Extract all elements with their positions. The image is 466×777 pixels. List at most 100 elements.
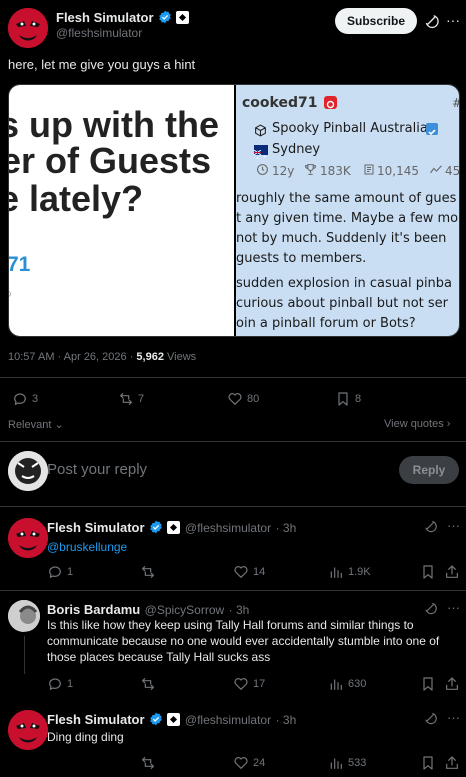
more-options-icon[interactable]: ··· — [447, 710, 460, 725]
reply-author-handle[interactable]: @SpicySorrow — [145, 603, 225, 617]
repost-action[interactable]: 7 — [118, 391, 144, 407]
bookmark-icon — [423, 565, 433, 579]
views-action[interactable]: 1.9K — [328, 564, 371, 580]
reply-time[interactable]: · 3h — [229, 603, 250, 617]
forum-account-age: 12y — [272, 164, 295, 178]
divider — [0, 590, 466, 591]
reply-icon — [14, 393, 26, 405]
bookmark-action[interactable] — [420, 676, 436, 692]
more-options-icon[interactable]: ··· — [447, 600, 460, 615]
views-action[interactable]: 533 — [328, 755, 366, 771]
reply-avatar[interactable] — [8, 518, 48, 558]
grok-icon[interactable] — [423, 13, 439, 34]
share-icon — [446, 565, 458, 578]
reply-action[interactable]: 1 — [47, 676, 73, 692]
reply-time[interactable]: · 3h — [276, 713, 297, 727]
share-icon — [446, 677, 458, 690]
like-action[interactable]: 14 — [233, 564, 265, 580]
author-name[interactable]: Flesh Simulator — [56, 10, 154, 25]
reply-action[interactable]: 1 — [47, 564, 73, 580]
reply-author-name[interactable]: Boris Bardamu — [47, 602, 140, 617]
affiliation-badge-icon — [176, 11, 190, 24]
affiliation-badge-icon — [167, 713, 181, 726]
reply-author-handle[interactable]: @fleshsimulator — [185, 521, 271, 535]
like-action[interactable]: 17 — [233, 676, 265, 692]
forum-post-line-3: not by much. Suddenly it's been — [236, 231, 447, 246]
reply-button[interactable]: Reply — [399, 456, 459, 484]
reply-input[interactable]: Post your reply — [47, 461, 147, 478]
more-options-icon[interactable]: ··· — [447, 518, 460, 533]
reply-header: Flesh Simulator @fleshsimulator · 3h — [47, 711, 296, 729]
thread-line — [24, 636, 25, 674]
view-quotes-link[interactable]: View quotes › — [384, 418, 450, 430]
bookmark-action[interactable] — [420, 755, 436, 771]
divider — [0, 377, 466, 378]
forum-post-line-2: t any given time. Maybe a few mo — [236, 211, 459, 226]
repost-icon — [142, 678, 154, 690]
bookmark-action[interactable]: 8 — [335, 391, 361, 407]
views-action[interactable]: 630 — [328, 676, 366, 692]
share-action[interactable] — [444, 755, 460, 771]
subscribe-button[interactable]: Subscribe — [335, 8, 417, 34]
cube-icon — [254, 122, 267, 141]
forum-badge-icon — [324, 96, 337, 109]
author-avatar[interactable] — [8, 8, 48, 48]
grok-icon[interactable] — [423, 711, 437, 730]
image-dot-icon — [9, 291, 11, 297]
clock-icon — [256, 161, 269, 180]
reply-action[interactable]: 3 — [12, 391, 38, 407]
repost-icon — [120, 393, 132, 405]
posts-icon — [363, 161, 375, 180]
like-action[interactable]: 80 — [227, 391, 259, 407]
forum-post-number: #1 — [452, 96, 459, 110]
post-text: here, let me give you guys a hint — [8, 57, 196, 72]
grok-icon[interactable] — [423, 519, 437, 538]
forum-post-line-1: roughly the same amount of gues — [236, 191, 457, 206]
bookmark-icon — [338, 392, 348, 406]
divider — [0, 441, 466, 442]
forum-post-count: 10,145 — [377, 164, 419, 178]
author-handle[interactable]: @fleshsimulator — [56, 26, 142, 40]
image-headline-line-1: s up with the — [9, 104, 219, 145]
forum-post-line-4: guests to members. — [236, 251, 367, 266]
chevron-right-icon: › — [443, 418, 451, 430]
forum-post-line-8: oin a pinball forum or Bots? — [236, 316, 416, 331]
repost-action[interactable] — [140, 755, 156, 771]
share-action[interactable] — [444, 564, 460, 580]
forum-name: Spooky Pinball Australia — [272, 121, 428, 136]
trophy-icon — [304, 161, 317, 180]
image-username-fragment: 71 — [9, 253, 31, 276]
like-action[interactable]: 24 — [233, 755, 265, 771]
repost-action[interactable] — [140, 564, 156, 580]
forum-check-icon — [426, 123, 438, 136]
image-headline-line-2: er of Guests — [9, 140, 212, 181]
reply-icon — [49, 566, 61, 578]
repost-action[interactable] — [140, 676, 156, 692]
sort-dropdown[interactable]: Relevant ⌄ — [8, 418, 64, 431]
verified-badge-icon — [159, 10, 171, 24]
reply-author-name[interactable]: Flesh Simulator — [47, 712, 145, 727]
reply-author-name[interactable]: Flesh Simulator — [47, 520, 145, 535]
more-options-icon[interactable]: ··· — [446, 12, 460, 28]
chevron-down-icon: ⌄ — [51, 419, 64, 431]
reply-text[interactable]: @bruskellunge — [47, 539, 127, 555]
bookmark-action[interactable] — [420, 564, 436, 580]
reply-avatar[interactable] — [8, 710, 48, 750]
post-timestamp: 10:57 AM · Apr 26, 2026 · 5,962 Views — [8, 351, 197, 363]
forum-post-line-7: curious about pinball but not ser — [236, 296, 449, 311]
reply-author-handle[interactable]: @fleshsimulator — [185, 713, 271, 727]
share-action[interactable] — [444, 676, 460, 692]
reply-header: Flesh Simulator @fleshsimulator · 3h — [47, 519, 296, 537]
forum-username: cooked71 — [242, 95, 318, 111]
forum-location: Sydney — [272, 142, 321, 157]
bookmark-icon — [423, 756, 433, 770]
heart-icon — [234, 566, 248, 578]
image-headline-line-3: e lately? — [9, 178, 144, 219]
forum-reactions: 45 — [445, 164, 460, 178]
australia-flag-icon — [253, 145, 268, 159]
verified-badge-icon — [150, 712, 162, 726]
post-image[interactable]: s up with the er of Guests e lately? 71 … — [8, 84, 460, 337]
reply-time[interactable]: · 3h — [276, 521, 297, 535]
reply-icon — [49, 678, 61, 690]
reply-avatar[interactable] — [8, 600, 40, 632]
